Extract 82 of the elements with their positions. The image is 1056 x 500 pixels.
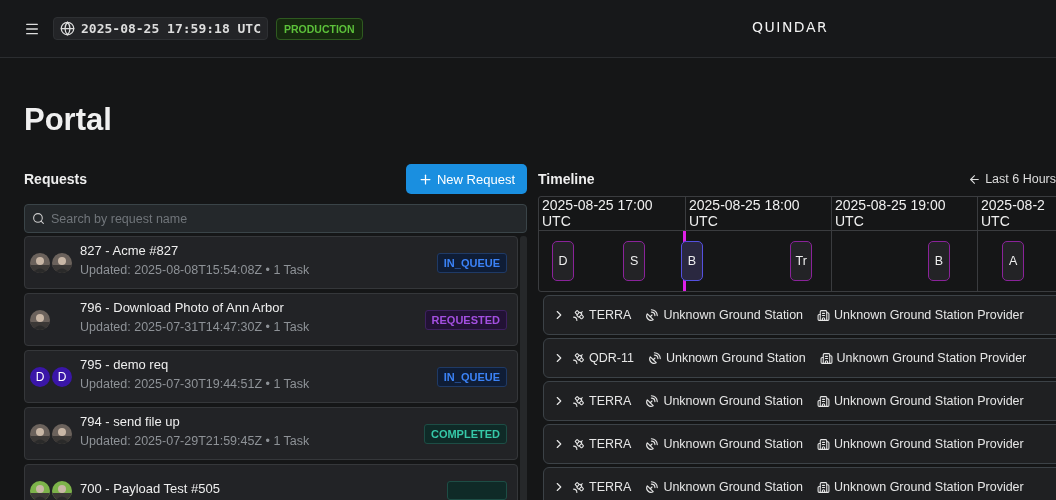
time-zone: UTC	[835, 213, 865, 229]
range-button[interactable]: Last 6 Hours	[968, 172, 1056, 186]
status-badge: COMPLETED	[423, 423, 507, 444]
plus-icon	[417, 171, 433, 187]
satellite-icon	[572, 394, 585, 408]
building-icon	[817, 308, 831, 322]
time-label: 2025-08-2	[981, 197, 1046, 213]
satellite-icon	[572, 351, 585, 365]
satellite-icon	[572, 308, 585, 322]
request-title: 795 - demo req	[80, 357, 170, 372]
time-zone: UTC	[981, 213, 1011, 229]
building-icon	[817, 480, 831, 494]
dish-icon	[645, 394, 660, 408]
pass-row[interactable]: TERRA Unknown Ground Station Unknown Ground Station Provider	[543, 295, 1056, 335]
search-field[interactable]: Search by request name	[24, 204, 527, 233]
pass-row[interactable]: TERRA Unknown Ground Station Unknown Ground Station Provider	[543, 424, 1056, 464]
request-card[interactable]: D D 795 - demo req Updated: 2025-07-30T19:44:51Z • 1 Task IN_QUEUE	[24, 350, 518, 403]
section-title: Requests	[24, 171, 88, 187]
status-badge: IN_QUEUE	[436, 252, 507, 273]
provider-name: Unknown Ground Station Provider	[834, 480, 1024, 494]
station-name: Unknown Ground Station	[663, 480, 804, 494]
request-title: 700 - Payload Test #505	[80, 481, 221, 496]
provider-name: Unknown Ground Station Provider	[836, 351, 1027, 365]
pass-row[interactable]: QDR-11 Unknown Ground Station Unknown Ground Station Provider	[543, 338, 1056, 378]
dish-icon	[645, 437, 660, 451]
request-meta: Updated: 2025-07-29T21:59:45Z • 1 Task	[80, 434, 311, 449]
request-title: 794 - send file up	[80, 414, 181, 429]
satellite-name: TERRA	[589, 394, 632, 408]
station-name: Unknown Ground Station	[665, 351, 806, 365]
provider-name: Unknown Ground Station Provider	[834, 308, 1024, 322]
dish-icon	[645, 480, 660, 494]
pass-row[interactable]: TERRA Unknown Ground Station Unknown Ground Station Provider	[543, 381, 1056, 421]
satellite-name: TERRA	[589, 308, 632, 322]
provider-name: Unknown Ground Station Provider	[834, 437, 1024, 451]
provider-name: Unknown Ground Station Provider	[834, 394, 1024, 408]
timeline-event[interactable]: Tr	[790, 241, 813, 281]
request-meta: Updated: 2025-08-08T15:54:08Z • 1 Task	[80, 263, 311, 278]
station-name: Unknown Ground Station	[663, 394, 804, 408]
request-card[interactable]: 794 - send file up Updated: 2025-07-29T21:59:45Z • 1 Task COMPLETED	[24, 407, 518, 460]
timeline-event[interactable]: D	[551, 241, 574, 281]
building-icon	[817, 394, 831, 408]
request-card[interactable]: 700 - Payload Test #505	[24, 464, 518, 500]
station-name: Unknown Ground Station	[663, 308, 804, 322]
building-icon	[817, 437, 831, 451]
satellite-icon	[572, 437, 585, 451]
request-meta: Updated: 2025-07-30T19:44:51Z • 1 Task	[80, 377, 311, 392]
time-label: 2025-08-25 18:00	[689, 197, 801, 213]
satellite-name: QDR-11	[589, 351, 634, 365]
clock-display: 2025-08-25 17:59:18 UTC	[53, 17, 268, 40]
status-badge: IN_QUEUE	[436, 366, 507, 387]
environment-badge: PRODUCTION	[276, 17, 363, 40]
logo: QUINDAR	[752, 19, 829, 35]
status-badge	[447, 481, 507, 500]
globe-icon	[60, 21, 75, 36]
request-title: 827 - Acme #827	[80, 243, 180, 258]
satellite-icon	[572, 480, 585, 494]
arrow-left-icon	[968, 172, 982, 186]
pass-row[interactable]: TERRA Unknown Ground Station Unknown Ground Station Provider	[543, 467, 1056, 500]
request-title: 796 - Download Photo of Ann Arbor	[80, 300, 285, 315]
time-zone: UTC	[689, 213, 719, 229]
time-zone: UTC	[542, 213, 572, 229]
satellite-name: TERRA	[589, 437, 632, 451]
timeline-event[interactable]: B	[681, 241, 703, 281]
page-title: Portal	[24, 101, 113, 139]
avatar: D	[30, 366, 50, 387]
station-name: Unknown Ground Station	[663, 437, 804, 451]
time-label: 2025-08-25 19:00	[835, 197, 947, 213]
search-icon	[32, 212, 45, 225]
time-label: 2025-08-25 17:00	[542, 197, 654, 213]
avatar: D	[52, 366, 72, 387]
request-card[interactable]: 827 - Acme #827 Updated: 2025-08-08T15:54:08Z • 1 Task IN_QUEUE	[24, 236, 518, 289]
section-title: Timeline	[538, 171, 595, 187]
dish-icon	[647, 351, 662, 365]
building-icon	[819, 351, 833, 365]
status-badge: REQUESTED	[424, 309, 507, 330]
timeline-event[interactable]: B	[928, 241, 951, 281]
satellite-name: TERRA	[589, 480, 632, 494]
request-card[interactable]: 796 - Download Photo of Ann Arbor Updated: 2025-07-31T14:47:30Z • 1 Task REQUESTED	[24, 293, 518, 346]
dish-icon	[645, 308, 660, 322]
timeline-event[interactable]: S	[623, 241, 646, 281]
request-meta: Updated: 2025-07-31T14:47:30Z • 1 Task	[80, 320, 311, 335]
timeline-event[interactable]: A	[1002, 241, 1025, 281]
